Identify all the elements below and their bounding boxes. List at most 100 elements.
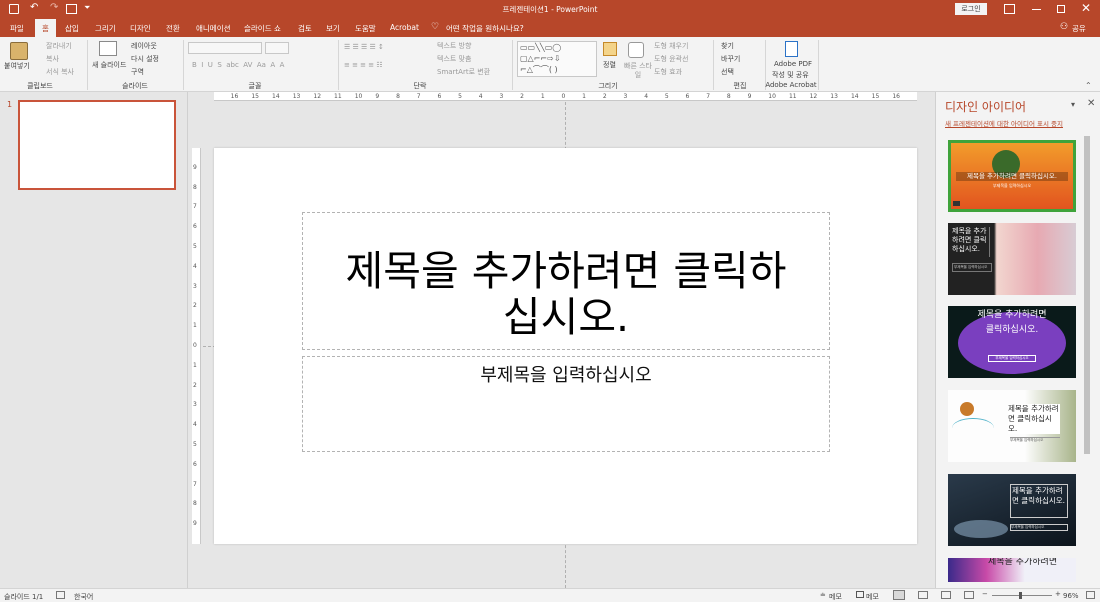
- ruler-tick-label: 7: [706, 93, 711, 100]
- design-ideas-title: 디자인 아이디어: [945, 100, 1027, 114]
- design-idea-card[interactable]: 제목을 추가하려면 클릭하십시오. 부제목을 입력하십시오: [948, 474, 1076, 546]
- tab-animations[interactable]: 애니메이션: [196, 23, 231, 34]
- shapes-gallery[interactable]: ▭▭╲╲▭◯ ▢△⌐⌐⇨⇩ ⌐△⌒⌒( ): [517, 41, 597, 77]
- tab-design[interactable]: 디자인: [130, 23, 151, 34]
- select-button[interactable]: 선택: [721, 67, 734, 77]
- ruler-tick-label: 7: [416, 93, 421, 100]
- font-format-controls: B I U S abc AV Aa A A: [192, 61, 285, 69]
- new-slide-icon: [99, 41, 117, 56]
- ruler-tick-label: 5: [193, 243, 197, 250]
- design-idea-card[interactable]: 제목을 추가하려면 클릭하십시오. 부제목을 입력하십시오: [948, 306, 1076, 378]
- camera-icon: [953, 201, 960, 206]
- create-pdf-line2[interactable]: 작성 및 공유: [772, 70, 809, 80]
- zoom-slider-thumb[interactable]: [1019, 592, 1022, 599]
- section-button[interactable]: 구역: [131, 67, 144, 77]
- shape-outline-button[interactable]: 도형 윤곽선: [654, 54, 688, 64]
- notes-button[interactable]: 메모: [829, 592, 842, 602]
- design-idea-card[interactable]: 제목을 추가하려면 클릭하십시오. 부제목을 입력하십시오: [948, 140, 1076, 212]
- font-family-input[interactable]: [188, 42, 262, 54]
- ruler-tick-label: 13: [292, 93, 301, 100]
- comments-button[interactable]: 메모: [866, 592, 879, 602]
- language-indicator[interactable]: 한국어: [74, 592, 93, 602]
- ruler-tick-label: 9: [375, 93, 380, 100]
- adobe-pdf-icon: [785, 41, 798, 57]
- tab-view[interactable]: 보기: [326, 23, 340, 34]
- minimize-icon[interactable]: [1032, 9, 1041, 10]
- slideshow-icon[interactable]: [964, 591, 974, 599]
- ribbon-display-options-icon[interactable]: [1004, 4, 1015, 14]
- tab-slideshow[interactable]: 슬라이드 쇼: [244, 23, 281, 34]
- tab-draw[interactable]: 그리기: [95, 23, 116, 34]
- share-button[interactable]: 공유: [1072, 23, 1086, 34]
- tab-help[interactable]: 도움말: [355, 23, 376, 34]
- design-card-title: 제목을 추가하려면 클릭하십시오.: [952, 227, 990, 257]
- clipboard-group-label: 클립보드: [27, 82, 53, 90]
- paragraph-group-label: 단락: [413, 82, 427, 90]
- reset-button[interactable]: 다시 설정: [131, 54, 159, 64]
- find-button[interactable]: 찾기: [721, 41, 734, 51]
- ruler-tick-label: 6: [685, 93, 690, 100]
- new-slide-button[interactable]: 새 슬라이드: [92, 60, 126, 70]
- ruler-tick-label: 5: [664, 93, 669, 100]
- tab-acrobat[interactable]: Acrobat: [390, 23, 419, 32]
- ruler-tick-label: 6: [437, 93, 442, 100]
- tab-transitions[interactable]: 전환: [166, 23, 180, 34]
- shape-effects-button[interactable]: 도형 효과: [654, 67, 682, 77]
- slide-canvas[interactable]: 제목을 추가하려면 클릭하 십시오. 부제목을 입력하십시오: [214, 148, 917, 544]
- maximize-icon[interactable]: [1057, 5, 1065, 13]
- convert-smartart-button[interactable]: SmartArt로 변환: [437, 67, 490, 77]
- layout-button[interactable]: 레이아웃: [131, 41, 157, 51]
- arrange-button[interactable]: 정렬: [603, 60, 616, 70]
- ruler-tick-label: 3: [623, 93, 628, 100]
- tell-me-search[interactable]: 어떤 작업을 원하시나요?: [446, 23, 524, 34]
- pane-close-icon[interactable]: ✕: [1087, 98, 1095, 109]
- text-direction-button[interactable]: 텍스트 방향: [437, 41, 471, 51]
- design-idea-card[interactable]: 제목을 추가하려면 클릭하십시오. 부제목을 입력하십시오: [948, 390, 1076, 462]
- ruler-tick-label: 12: [313, 93, 322, 100]
- cut-button[interactable]: 잘라내기: [46, 41, 72, 51]
- ruler-tick-label: 3: [193, 401, 197, 409]
- title-placeholder[interactable]: 제목을 추가하려면 클릭하 십시오.: [302, 212, 830, 350]
- zoom-level[interactable]: 96%: [1063, 592, 1079, 600]
- zoom-slider[interactable]: [992, 592, 1052, 599]
- spellcheck-icon[interactable]: [56, 591, 65, 599]
- slide-thumbnail[interactable]: [18, 100, 176, 190]
- paste-button[interactable]: 붙여넣기: [4, 61, 30, 71]
- normal-view-icon[interactable]: [893, 590, 905, 600]
- format-painter-button[interactable]: 서식 복사: [46, 67, 74, 77]
- zoom-in-button[interactable]: +: [1055, 590, 1061, 598]
- tab-file[interactable]: 파일: [10, 23, 24, 34]
- ruler-tick-label: 13: [830, 93, 838, 100]
- ruler-tick-label: 4: [644, 93, 649, 100]
- replace-button[interactable]: 바꾸기: [721, 54, 740, 64]
- zoom-out-button[interactable]: −: [982, 590, 988, 598]
- login-button[interactable]: 로그인: [955, 3, 987, 15]
- tab-insert[interactable]: 삽입: [65, 23, 79, 34]
- drawing-group-label: 그리기: [598, 82, 618, 90]
- ruler-tick-label: 8: [193, 500, 197, 508]
- create-pdf-line1[interactable]: Adobe PDF: [774, 60, 812, 68]
- fit-to-window-icon[interactable]: [1086, 591, 1095, 599]
- editing-group-label: 편집: [733, 82, 747, 90]
- font-size-input[interactable]: [265, 42, 289, 54]
- design-idea-card[interactable]: 제목을 추가하려면: [948, 558, 1076, 582]
- notes-icon: ≐: [820, 591, 826, 599]
- tab-home[interactable]: 홈: [35, 19, 56, 37]
- subtitle-placeholder[interactable]: 부제목을 입력하십시오: [302, 356, 830, 452]
- design-card-subtitle: 부제목을 입력하십시오: [1010, 524, 1068, 531]
- copy-button[interactable]: 복사: [46, 54, 59, 64]
- align-text-button[interactable]: 텍스트 맞춤: [437, 54, 471, 64]
- stop-ideas-link[interactable]: 새 프레젠테이션에 대한 아이디어 표시 중지: [945, 118, 1063, 128]
- close-icon[interactable]: ✕: [1081, 1, 1091, 15]
- reading-view-icon[interactable]: [941, 591, 951, 599]
- quick-styles-button[interactable]: 빠른 스타일: [624, 62, 652, 80]
- tab-review[interactable]: 검토: [298, 23, 312, 34]
- shape-fill-button[interactable]: 도형 채우기: [654, 41, 688, 51]
- pane-scrollbar[interactable]: [1083, 132, 1091, 588]
- collapse-ribbon-icon[interactable]: ⌃: [1085, 81, 1092, 90]
- slide-sorter-icon[interactable]: [918, 591, 928, 599]
- ruler-tick-label: 1: [193, 361, 197, 369]
- comments-icon: [856, 591, 864, 598]
- pane-options-icon[interactable]: ▾: [1071, 100, 1075, 109]
- design-idea-card[interactable]: 제목을 추가하려면 클릭하십시오. 부제목을 입력하십시오: [948, 223, 1076, 295]
